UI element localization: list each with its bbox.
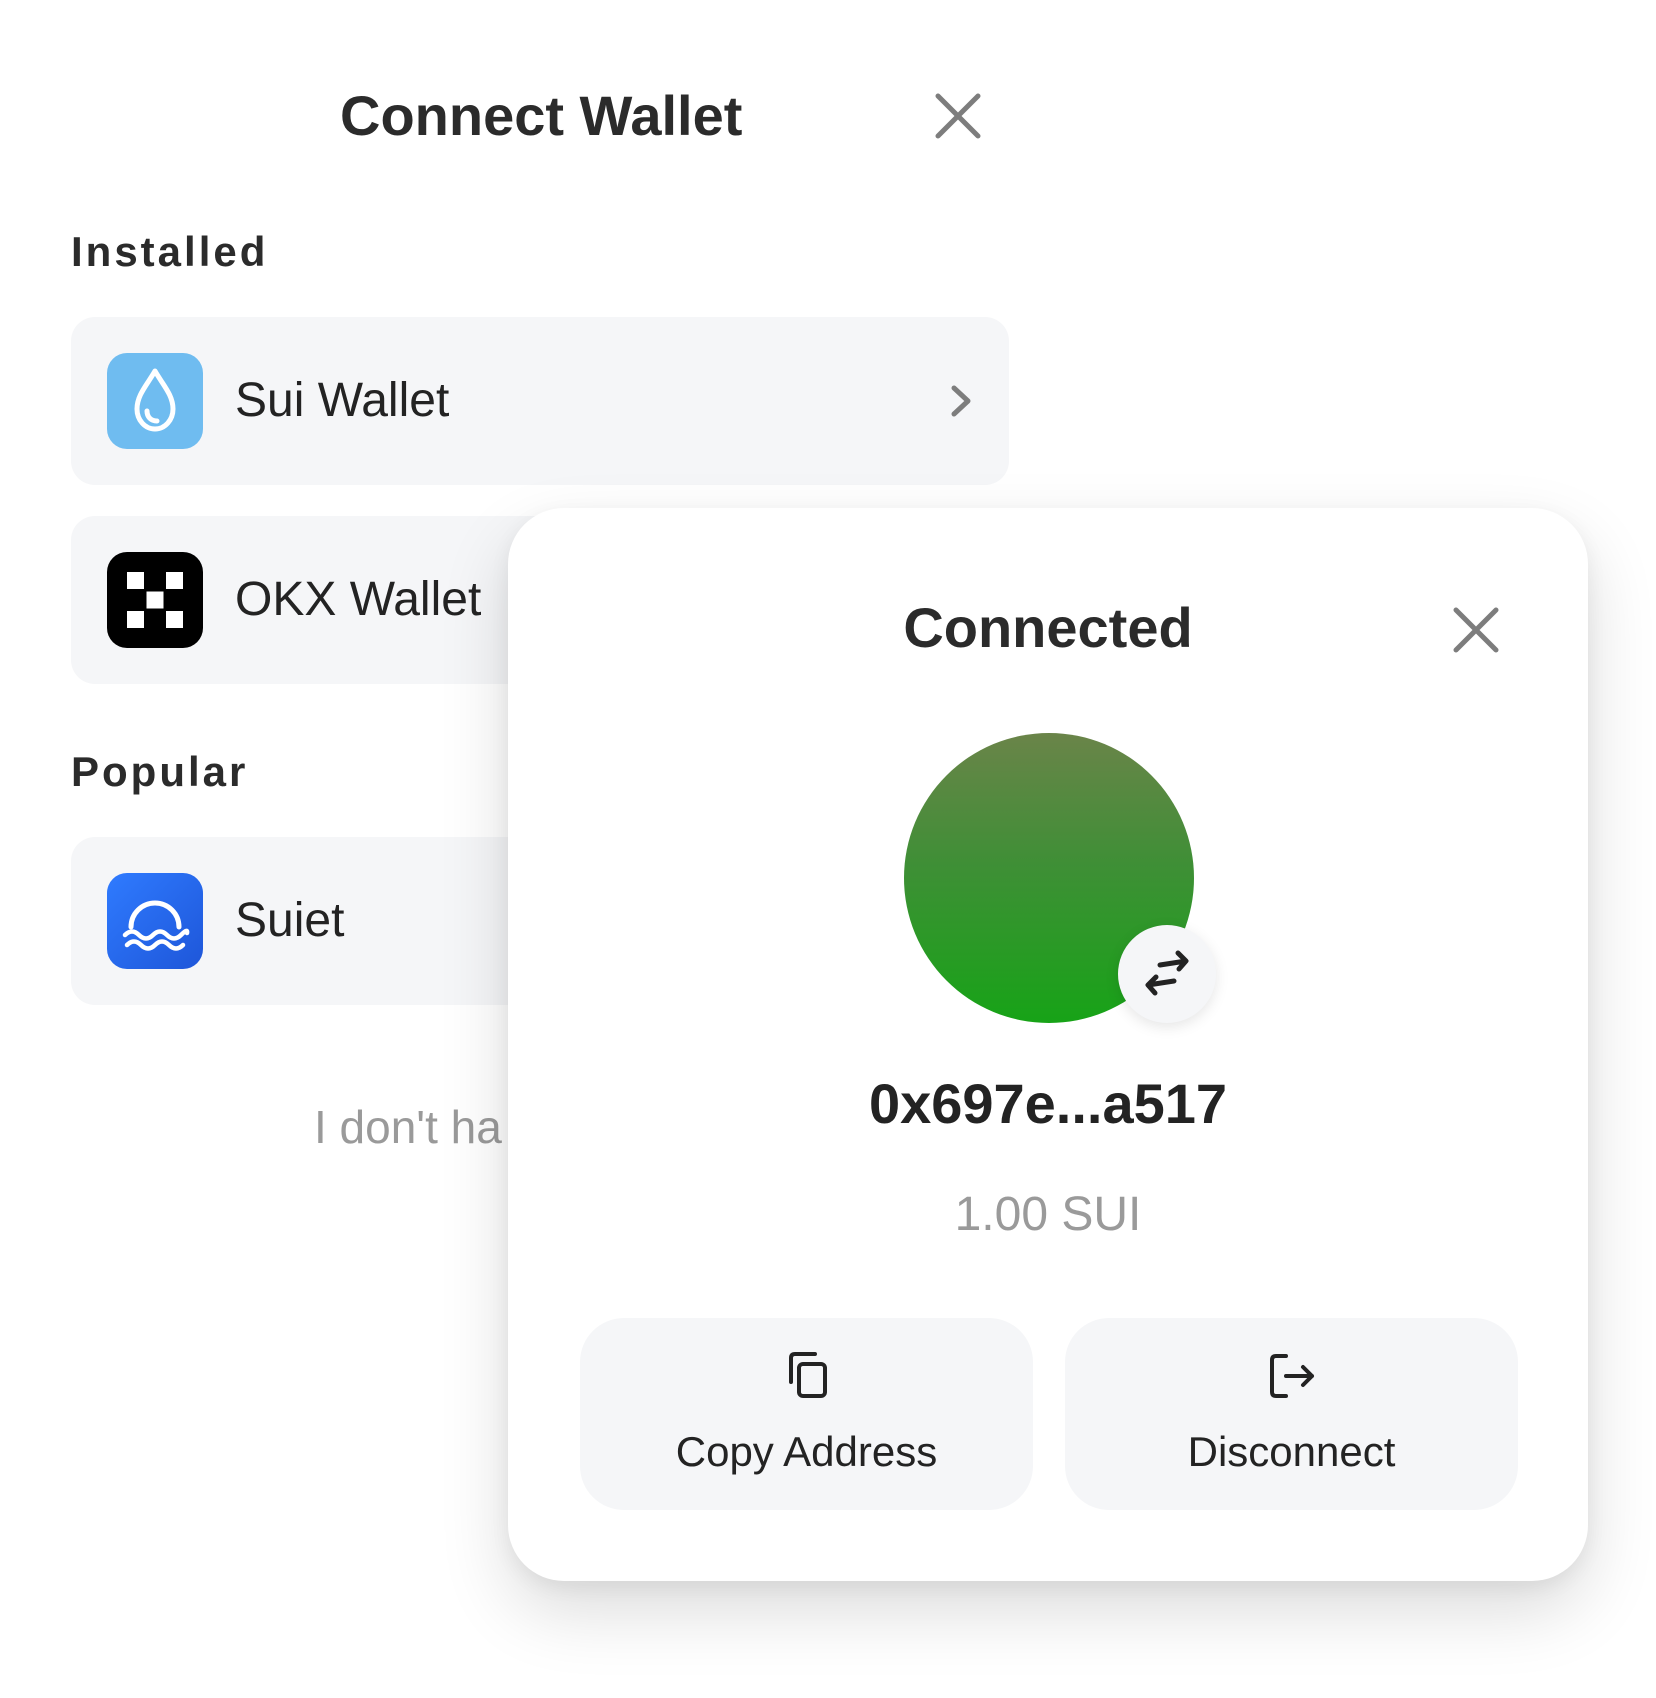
chevron-right-icon	[939, 379, 983, 423]
okx-wallet-logo	[107, 552, 203, 648]
copy-address-button[interactable]: Copy Address	[580, 1318, 1033, 1510]
wallet-address: 0x697e...a517	[868, 1072, 1228, 1135]
disconnect-button[interactable]: Disconnect	[1065, 1318, 1518, 1510]
switch-account-button[interactable]	[1118, 925, 1216, 1023]
wallet-name-okx-wallet: OKX Wallet	[235, 573, 482, 626]
connect-wallet-close-button[interactable]	[928, 86, 988, 146]
copy-address-label: Copy Address	[675, 1428, 938, 1475]
close-icon	[928, 86, 988, 146]
close-icon	[1446, 600, 1506, 660]
wallet-name-sui-wallet: Sui Wallet	[235, 374, 450, 427]
wallet-item-sui-wallet[interactable]: Sui Wallet	[71, 317, 1009, 485]
connected-title: Connected	[903, 596, 1193, 659]
no-wallet-link[interactable]: I don't ha	[314, 1100, 502, 1154]
logout-icon	[1264, 1348, 1320, 1404]
connect-wallet-title: Connect Wallet	[340, 84, 743, 147]
switch-arrows-icon	[1118, 925, 1216, 1023]
wallet-name-suiet: Suiet	[235, 894, 345, 947]
sui-wallet-logo	[107, 353, 203, 449]
disconnect-label: Disconnect	[1187, 1428, 1396, 1475]
copy-icon	[779, 1348, 835, 1404]
wallet-balance: 1.00 SUI	[954, 1188, 1142, 1241]
suiet-logo	[107, 873, 203, 969]
section-installed-label: Installed	[71, 228, 269, 275]
section-popular-label: Popular	[71, 748, 249, 795]
connected-popup: Connected 0x697e...a517 1.00 SUI Copy Ad…	[508, 508, 1588, 1581]
connected-close-button[interactable]	[1446, 600, 1506, 660]
